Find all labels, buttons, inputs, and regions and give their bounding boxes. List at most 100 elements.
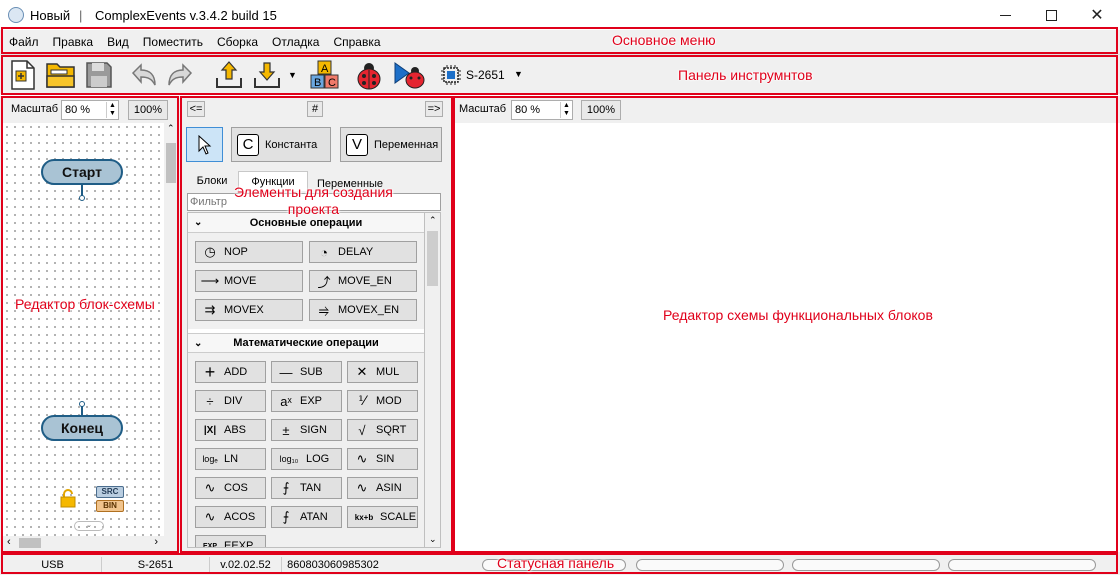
- collapse-chevron-icon[interactable]: ⌄: [194, 217, 202, 228]
- status-port: USB: [4, 557, 102, 573]
- collapse-chevron-icon[interactable]: ⌄: [194, 338, 202, 349]
- function-list-scrollbar[interactable]: ⌃ ⌄: [425, 212, 441, 548]
- plus-icon: +: [204, 361, 216, 382]
- scroll-right-icon[interactable]: ›: [154, 536, 158, 548]
- menu-debug[interactable]: Отладка: [265, 30, 326, 54]
- fb-editor-canvas[interactable]: [456, 123, 1116, 551]
- bin-badge[interactable]: BIN: [96, 500, 124, 512]
- close-button[interactable]: ✕: [1074, 0, 1120, 30]
- device-dropdown-icon[interactable]: ▼: [514, 69, 523, 79]
- save-button[interactable]: [82, 58, 116, 92]
- status-serial: 860803060985302: [287, 559, 379, 571]
- redo-button[interactable]: [164, 58, 198, 92]
- start-node[interactable]: Старт: [41, 159, 123, 185]
- basic-ops-grid: ◷ NOP ◔ DELAY ⟶ MOVE ⤴ MOVE_EN ⇉ MOVEX ⥤ MOVEX…: [188, 233, 424, 329]
- minimize-button[interactable]: [982, 0, 1028, 30]
- variable-tool-button[interactable]: V Переменная: [340, 127, 442, 162]
- debug-button[interactable]: [352, 58, 386, 92]
- hscroll-thumb[interactable]: [19, 538, 41, 548]
- menu-help[interactable]: Справка: [326, 30, 387, 54]
- op-nop-button[interactable]: ◷ NOP: [195, 241, 303, 263]
- op-sqrt-button[interactable]: √ SQRT: [347, 419, 418, 441]
- tab-variables[interactable]: Переменные: [310, 175, 390, 193]
- debug-run-button[interactable]: [392, 58, 426, 92]
- undo-icon: [131, 63, 156, 86]
- app-icon: [8, 7, 24, 23]
- filter-input[interactable]: [187, 193, 441, 211]
- op-log-button[interactable]: log₁₀ LOG: [271, 448, 342, 470]
- end-node[interactable]: Конец: [41, 415, 123, 441]
- op-asin-button[interactable]: ∿ ASIN: [347, 477, 418, 499]
- op-ln-button[interactable]: logₑ LN: [195, 448, 266, 470]
- fb-scale-spinbox[interactable]: 80 % ▲ ▼: [511, 100, 573, 120]
- op-movex-button[interactable]: ⇉ MOVEX: [195, 299, 303, 321]
- op-tan-button[interactable]: ⨍ TAN: [271, 477, 342, 499]
- section-basic-header[interactable]: ⌄ Основные операции: [188, 213, 424, 233]
- fb-scale-value: 80 %: [515, 104, 541, 116]
- menu-insert[interactable]: Поместить: [136, 30, 210, 54]
- reset-scale-button[interactable]: 100%: [128, 100, 168, 120]
- menu-file[interactable]: Файл: [2, 30, 46, 54]
- upload-button[interactable]: [212, 58, 246, 92]
- op-label: MOVE_EN: [338, 275, 392, 287]
- scroll-up-icon[interactable]: ⌃: [429, 215, 437, 226]
- op-delay-button[interactable]: ◔ DELAY: [309, 241, 417, 263]
- abc-button[interactable]: ABC: [308, 58, 342, 92]
- scroll-down-icon[interactable]: ⌄: [429, 534, 437, 545]
- horizontal-scrollbar[interactable]: ‹ ›: [3, 536, 164, 550]
- expand-chevron-icon[interactable]: ⌄: [74, 521, 104, 531]
- tab-blocks[interactable]: Блоки: [188, 172, 236, 190]
- undo-button[interactable]: [126, 58, 160, 92]
- op-label: ASIN: [376, 482, 402, 494]
- op-sign-button[interactable]: ± SIGN: [271, 419, 342, 441]
- new-file-button[interactable]: [6, 58, 40, 92]
- op-exp-button[interactable]: aˣ EXP: [271, 390, 342, 412]
- src-badge[interactable]: SRC: [96, 486, 124, 498]
- op-cos-button[interactable]: ∿ COS: [195, 477, 266, 499]
- op-sin-button[interactable]: ∿ SIN: [347, 448, 418, 470]
- menu-edit[interactable]: Правка: [46, 30, 101, 54]
- eexp-icon: EXP: [202, 542, 217, 548]
- panel-hash-button[interactable]: #: [307, 101, 323, 117]
- section-math-header[interactable]: ⌄ Математические операции: [188, 333, 424, 353]
- spin-arrows-icon[interactable]: ▲ ▼: [560, 102, 572, 118]
- lock-icon[interactable]: [60, 488, 76, 511]
- op-scale-button[interactable]: kx+b SCALE: [347, 506, 418, 528]
- op-movex-en-button[interactable]: ⥤ MOVEX_EN: [309, 299, 417, 321]
- op-mul-button[interactable]: ✕ MUL: [347, 361, 418, 383]
- pointer-tool-button[interactable]: [186, 127, 223, 162]
- download-button[interactable]: [250, 58, 284, 92]
- op-move-button[interactable]: ⟶ MOVE: [195, 270, 303, 292]
- status-indicator-1: [482, 559, 626, 571]
- op-div-button[interactable]: ÷ DIV: [195, 390, 266, 412]
- vertical-scrollbar[interactable]: ⌃: [164, 123, 178, 536]
- op-move-en-button[interactable]: ⤴ MOVE_EN: [309, 270, 417, 292]
- op-add-button[interactable]: + ADD: [195, 361, 266, 383]
- op-acos-button[interactable]: ∿ ACOS: [195, 506, 266, 528]
- op-mod-button[interactable]: ⅟ MOD: [347, 390, 418, 412]
- constant-tool-button[interactable]: C Константа: [231, 127, 331, 162]
- spin-arrows-icon[interactable]: ▲ ▼: [106, 102, 118, 118]
- scroll-left-icon[interactable]: ‹: [7, 536, 11, 548]
- fb-reset-scale-button[interactable]: 100%: [581, 100, 621, 120]
- maximize-button[interactable]: [1028, 0, 1074, 30]
- scale-spinbox[interactable]: 80 % ▲ ▼: [61, 100, 119, 120]
- op-label: LN: [224, 453, 239, 465]
- op-abs-button[interactable]: |X| ABS: [195, 419, 266, 441]
- scroll-up-icon[interactable]: ⌃: [167, 123, 175, 134]
- scroll-thumb[interactable]: [427, 231, 438, 286]
- scroll-thumb[interactable]: [166, 143, 176, 183]
- panel-right-button[interactable]: =>: [425, 101, 443, 117]
- device-selector[interactable]: S-2651: [466, 68, 505, 82]
- menu-view[interactable]: Вид: [100, 30, 136, 54]
- menu-build[interactable]: Сборка: [210, 30, 265, 54]
- download-dropdown-icon[interactable]: ▼: [288, 70, 297, 80]
- open-file-button[interactable]: [44, 58, 78, 92]
- tab-functions[interactable]: Функции: [238, 171, 308, 191]
- device-chip-button[interactable]: [434, 58, 468, 92]
- op-label: ABS: [224, 424, 247, 436]
- op-eexp-button[interactable]: EXP EEXP: [195, 535, 266, 548]
- op-sub-button[interactable]: — SUB: [271, 361, 342, 383]
- op-atan-button[interactable]: ⨍ ATAN: [271, 506, 342, 528]
- panel-left-button[interactable]: <=: [187, 101, 205, 117]
